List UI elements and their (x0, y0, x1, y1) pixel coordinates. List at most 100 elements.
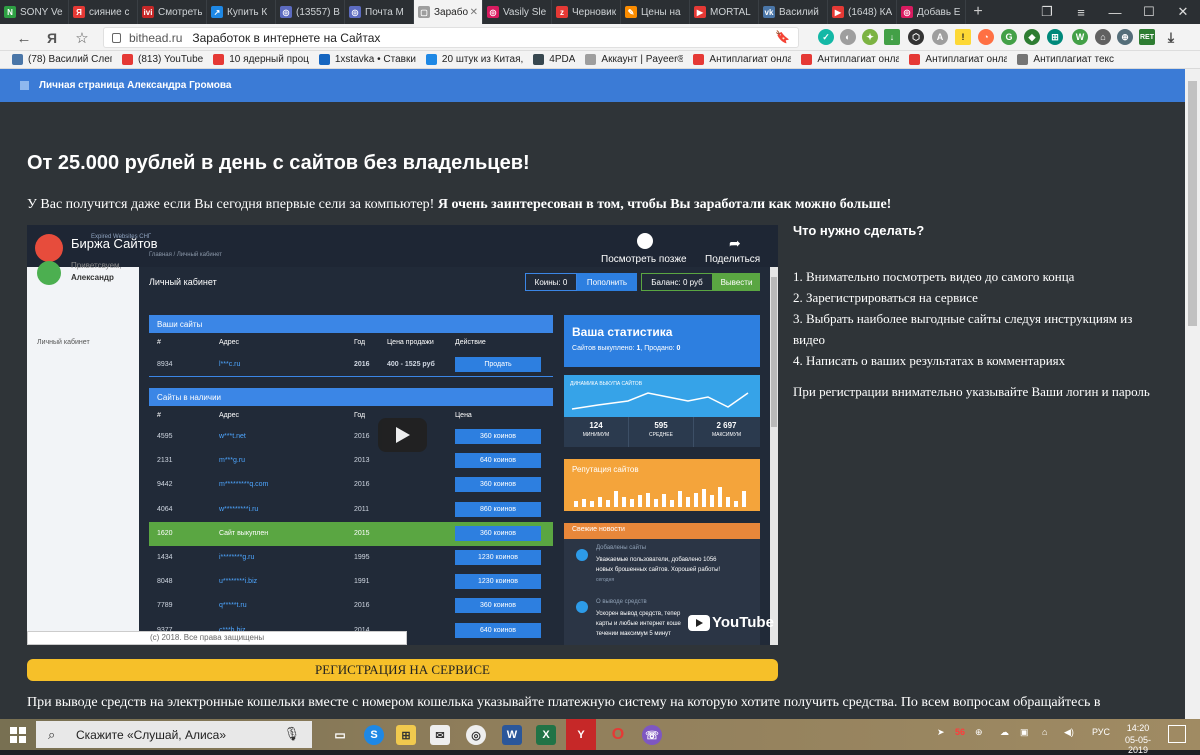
bookmark-item[interactable]: (78) Василий Слеп (12, 54, 112, 65)
url-field[interactable]: bithead.ru Заработок в интернете на Сайт… (103, 27, 799, 48)
taskbar-search[interactable]: ⌕ Скажите «Слушай, Алиса» 🎙 (36, 721, 312, 748)
alice-icon[interactable]: ◎ (466, 725, 486, 745)
scrollbar-thumb[interactable] (1188, 81, 1197, 326)
price-button[interactable]: 1230 коинов (455, 550, 541, 565)
cell-addr[interactable]: l***c.ru (219, 361, 240, 368)
play-button[interactable] (378, 418, 427, 452)
store-icon[interactable]: ⊞ (396, 725, 416, 745)
bookmark-item[interactable]: (813) YouTube (122, 54, 203, 65)
tray-badge[interactable]: 56 (955, 727, 965, 737)
close-tab-icon[interactable]: ✕ (470, 7, 478, 18)
new-tab-button[interactable]: + (966, 0, 990, 24)
youtube-logo[interactable]: YouTube (688, 614, 774, 631)
opera-icon[interactable]: O (608, 725, 628, 745)
cell-addr[interactable]: w***t.net (219, 433, 246, 440)
extension-icon[interactable]: W (1072, 29, 1088, 45)
tab-11[interactable]: vk Василий (759, 0, 828, 24)
tab-13[interactable]: ◎ Добавь Е (897, 0, 966, 24)
price-button[interactable]: 1230 коинов (455, 574, 541, 590)
menu-icon[interactable]: ≡ (1064, 0, 1098, 24)
tab-6[interactable]: ▢ Зарабо ✕ (414, 0, 483, 24)
cell-addr[interactable]: u********i.biz (219, 578, 257, 585)
tab-7[interactable]: ◎ Vasily Sle (483, 0, 552, 24)
bookmark-item[interactable]: Аккаунт | Payeer® (585, 54, 683, 65)
bookmark-item[interactable]: 1xstavka • Ставки (318, 54, 416, 65)
tab-4[interactable]: ◎ (13557) В (276, 0, 345, 24)
site-title[interactable]: Личная страница Александра Громова (39, 80, 231, 91)
bookmark-item[interactable]: Антиплагиат онла (693, 54, 791, 65)
cell-addr[interactable]: m*********q.com (219, 481, 268, 488)
extension-icon[interactable]: ! (955, 29, 971, 45)
bookmark-item[interactable]: Антиплагиат онла (909, 54, 1007, 65)
yandex-icon[interactable]: Я (42, 28, 62, 48)
download-arrow-icon[interactable]: ⤓ (1163, 29, 1179, 45)
price-button[interactable]: 640 коинов (455, 453, 541, 469)
windows-start-icon[interactable] (8, 725, 28, 745)
maximize-button[interactable]: ☐ (1132, 0, 1166, 24)
extension-icon[interactable]: ⬡ (908, 29, 924, 45)
minimize-button[interactable]: — (1098, 0, 1132, 24)
video-scrollbar[interactable] (770, 267, 778, 645)
tab-12[interactable]: ▶ (1648) КА (828, 0, 897, 24)
cell-addr[interactable]: w*********i.ru (219, 506, 258, 513)
extension-icon[interactable]: ✦ (862, 29, 878, 45)
tray-icon[interactable]: ⊕ (975, 727, 983, 738)
word-icon[interactable]: W (502, 725, 522, 745)
withdraw-button[interactable]: Вывести (713, 273, 760, 291)
bookmark-item[interactable]: 4PDA (533, 54, 575, 65)
tab-2[interactable]: ivi Смотреть (138, 0, 207, 24)
cell-addr[interactable]: m***g.ru (219, 457, 245, 464)
clock-icon[interactable] (637, 233, 653, 249)
price-button[interactable]: 360 коинов (455, 598, 541, 614)
extension-icon[interactable]: A (932, 29, 948, 45)
bookmark-item[interactable]: Антиплагиат текс (1017, 54, 1114, 65)
tab-10[interactable]: ▶ MORTAL (690, 0, 759, 24)
sell-button[interactable]: Продать (455, 357, 541, 372)
video-player[interactable]: Биржа Сайтов Expired Websites СНГ Посмот… (27, 225, 778, 645)
tray-icon[interactable]: ▣ (1020, 727, 1029, 738)
viber-icon[interactable]: ☏ (642, 725, 662, 745)
price-button[interactable]: 640 коинов (455, 622, 541, 638)
tab-0[interactable]: N SONY Ve (0, 0, 69, 24)
channel-avatar[interactable] (35, 234, 63, 262)
network-icon[interactable]: ⌂ (1042, 727, 1047, 737)
extension-icon[interactable]: ⊞ (1047, 29, 1063, 45)
cell-addr[interactable]: q*****t.ru (219, 602, 247, 609)
tab-5[interactable]: ◎ Почта М (345, 0, 414, 24)
extension-icon[interactable]: ✓ (818, 29, 834, 45)
language-indicator[interactable]: РУС (1092, 727, 1110, 737)
bookmark-item[interactable]: 10 ядерный проц (213, 54, 309, 65)
arrow-icon[interactable]: ➤ (937, 727, 945, 738)
mail-icon[interactable]: ✉ (430, 725, 450, 745)
tab-8[interactable]: z Черновик (552, 0, 621, 24)
tab-1[interactable]: Ясияние с (69, 0, 138, 24)
downloads-icon[interactable]: ☆ (72, 28, 92, 48)
close-window-button[interactable]: ✕ (1166, 0, 1200, 24)
price-button[interactable]: 360 коинов (455, 429, 541, 444)
extension-icon[interactable]: ◆ (1024, 29, 1040, 45)
extension-icon[interactable]: ◔ (978, 29, 994, 45)
tab-manager-icon[interactable]: ❐ (1030, 0, 1064, 24)
tab-9[interactable]: ✎ Цены на (621, 0, 690, 24)
extension-icon[interactable]: ◐ (840, 29, 856, 45)
watch-later-label[interactable]: Посмотреть позже (601, 254, 687, 265)
page-scrollbar[interactable] (1185, 69, 1200, 719)
back-button[interactable]: ← (14, 28, 34, 48)
share-label[interactable]: Поделиться (705, 254, 760, 265)
cell-addr[interactable]: i********g.ru (219, 554, 254, 561)
bookmark-item[interactable]: Антиплагиат онла (801, 54, 899, 65)
excel-icon[interactable]: X (536, 725, 556, 745)
extension-icon[interactable]: RET (1139, 29, 1155, 45)
register-button[interactable]: РЕГИСТРАЦИЯ НА СЕРВИСЕ (27, 659, 778, 681)
microphone-icon[interactable]: 🎙 (283, 726, 300, 742)
yandex-browser-icon[interactable]: Y (566, 719, 596, 750)
extension-icon[interactable]: ⌂ (1095, 29, 1111, 45)
extension-icon[interactable]: ⊕ (1117, 29, 1133, 45)
price-button[interactable]: 860 коинов (455, 501, 541, 517)
extension-icon[interactable]: G (1001, 29, 1017, 45)
download-icon[interactable]: ↓ (884, 29, 900, 45)
skype-icon[interactable]: S (364, 725, 384, 745)
volume-icon[interactable]: ◀) (1064, 727, 1074, 738)
bookmark-item[interactable]: 20 штук из Китая, (425, 54, 523, 65)
topup-button[interactable]: Пополнить (577, 273, 637, 291)
